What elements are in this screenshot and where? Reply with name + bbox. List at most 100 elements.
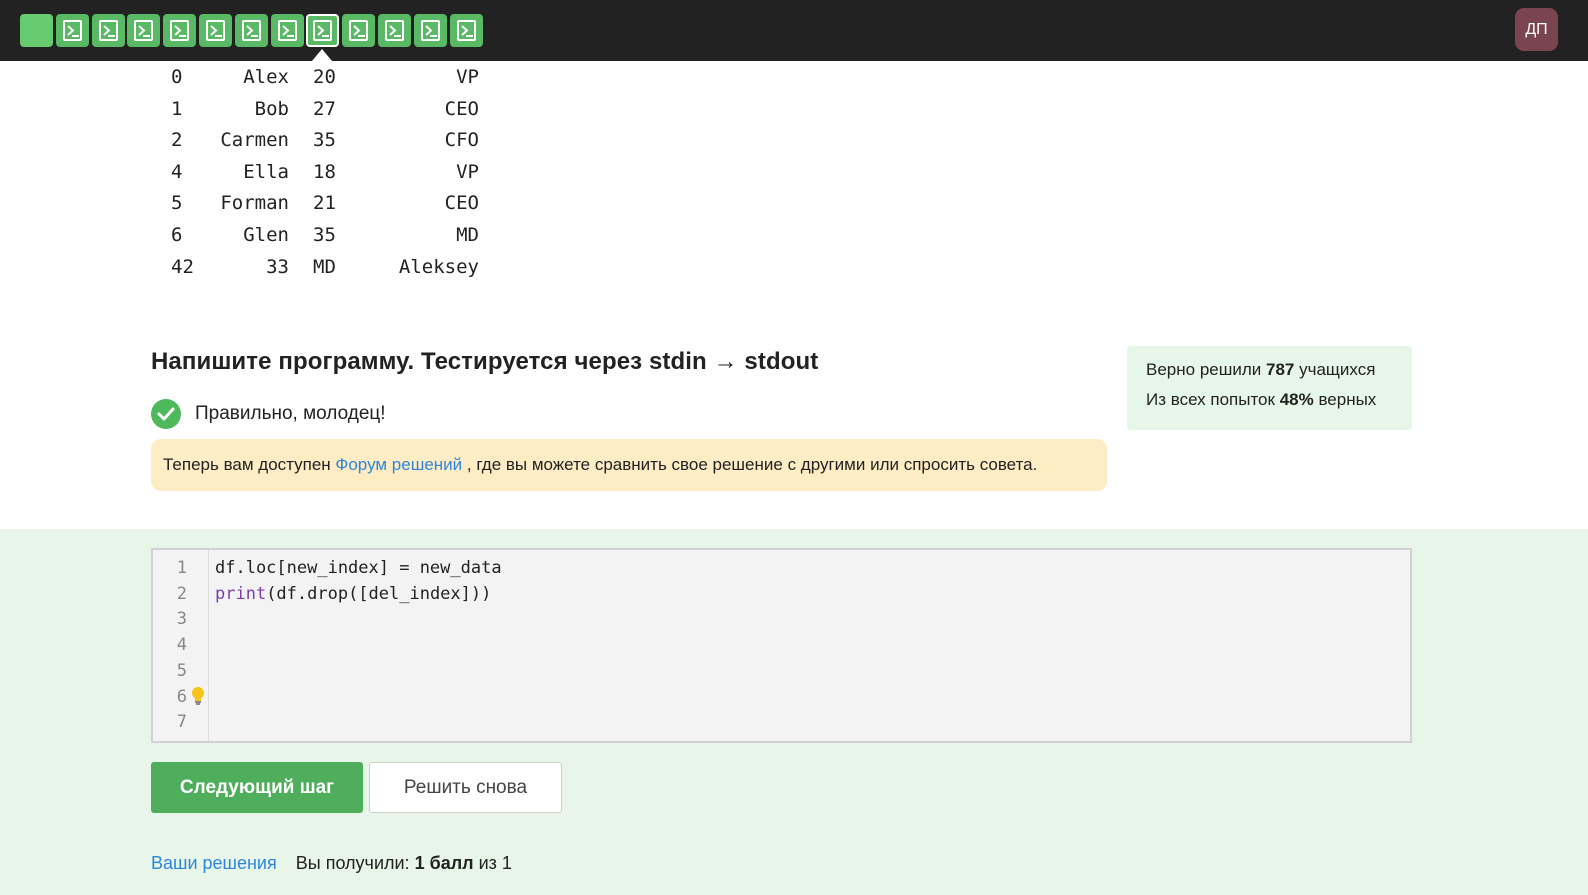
table-cell: 6 <box>171 224 183 246</box>
terminal-icon <box>277 20 297 41</box>
table-cell: MD <box>313 255 336 278</box>
attempts-percent: 48% <box>1279 390 1314 409</box>
attempts-suffix: верных <box>1318 390 1377 409</box>
task-title: Напишите программу. Тестируется через st… <box>151 348 819 375</box>
next-step-button[interactable]: Следующий шаг <box>151 762 363 813</box>
solved-line: Верно решили 787 учащихся <box>1146 360 1412 390</box>
score-total: из 1 <box>478 853 512 873</box>
table-cell: 35 <box>313 224 336 246</box>
score-value: 1 балл <box>414 853 474 873</box>
table-cell: Bob <box>254 97 289 120</box>
table-cell: 5 <box>171 192 183 215</box>
table-cell: 0 <box>171 66 183 88</box>
code-editor[interactable]: 1 2 3 4 5 6 7 df.loc[new_index] = new_dataprin… <box>151 548 1412 743</box>
attempts-prefix: Из всех попыток <box>1146 390 1275 409</box>
your-solutions-link[interactable]: Ваши решения <box>151 853 277 873</box>
solved-count: 787 <box>1266 360 1295 379</box>
code-text: (df.drop([del_index])) <box>266 583 492 604</box>
result-text: Правильно, молодец! <box>195 403 386 424</box>
table-cell: Forman <box>220 192 289 215</box>
table-cell: 20 <box>313 66 336 88</box>
step-13-button[interactable] <box>449 14 483 47</box>
step-3-button[interactable] <box>91 14 125 47</box>
user-avatar[interactable]: ДП <box>1515 8 1558 51</box>
table-cell: 2 <box>171 129 183 152</box>
table-cell: CFO <box>444 129 479 152</box>
step-8-button[interactable] <box>270 14 304 47</box>
solve-again-button[interactable]: Решить снова <box>369 762 562 813</box>
table-row: 2 Carmen 35 CFO <box>160 125 500 156</box>
table-row: 5 Forman 21 CEO <box>160 188 500 219</box>
stats-panel: Верно решили 787 учащихся Из всех попыто… <box>1127 346 1412 430</box>
current-step-pointer <box>312 49 332 61</box>
line-number: 1 <box>176 558 187 578</box>
table-row: 1 Bob 27 CEO <box>160 94 500 125</box>
line-number: 7 <box>176 712 187 733</box>
code-text: df.loc[new_index] = new_data <box>215 558 502 578</box>
step-1-button[interactable] <box>20 14 53 47</box>
table-row: 4 Ella 18 VP <box>160 157 500 188</box>
table-cell: Glen <box>243 224 289 246</box>
table-cell: 18 <box>313 160 336 183</box>
step-2-button[interactable] <box>55 14 89 47</box>
table-cell: Alex <box>243 66 289 88</box>
terminal-icon <box>206 20 225 41</box>
table-row: 42 33 MD Aleksey <box>160 252 500 283</box>
table-cell: MD <box>456 224 479 246</box>
table-cell: 33 <box>266 255 289 278</box>
step-7-button[interactable] <box>234 14 268 47</box>
table-cell: VP <box>456 66 479 88</box>
line-number: 6 <box>176 686 187 707</box>
terminal-icon <box>98 20 118 41</box>
step-12-button[interactable] <box>413 14 447 47</box>
table-cell: Ella <box>243 160 289 183</box>
table-cell: Carmen <box>220 129 289 152</box>
terminal-icon <box>349 20 369 41</box>
code-line[interactable]: df.loc[new_index] = new_data <box>215 558 502 578</box>
table-cell: CEO <box>444 97 479 120</box>
table-row: 6 Glen 35 MD <box>160 220 500 251</box>
table-cell: VP <box>456 160 479 183</box>
score-line: Ваши решения Вы получили: 1 балл из 1 <box>151 853 512 874</box>
line-number: 4 <box>176 635 187 656</box>
table-cell: Aleksey <box>398 255 479 278</box>
terminal-icon <box>313 20 333 41</box>
table-cell: 42 <box>171 255 194 278</box>
solved-suffix: учащихся <box>1299 360 1376 379</box>
attempts-line: Из всех попыток 48% верных <box>1146 390 1412 420</box>
solved-prefix: Верно решили <box>1146 360 1262 379</box>
line-number: 2 <box>176 583 187 604</box>
terminal-icon <box>170 20 190 41</box>
terminal-icon <box>241 20 261 41</box>
table-cell: CEO <box>444 192 479 215</box>
terminal-icon <box>385 20 404 41</box>
table-row: 0 Alex 20 VP <box>160 62 500 93</box>
code-line[interactable]: print(df.drop([del_index])) <box>215 584 491 604</box>
forum-notice: Теперь вам доступен Форум решений , где … <box>151 439 1107 491</box>
table-cell: 4 <box>171 160 183 183</box>
step-11-button[interactable] <box>378 14 411 47</box>
notice-text-after: , где вы можете сравнить свое решение с … <box>466 455 1038 474</box>
table-cell: 27 <box>313 97 336 120</box>
terminal-icon <box>134 20 154 41</box>
step-10-button[interactable] <box>342 14 376 47</box>
table-cell: 21 <box>313 192 336 215</box>
forum-link[interactable]: Форум решений <box>335 455 462 474</box>
top-navigation-bar: ДП <box>0 0 1588 61</box>
terminal-icon <box>420 20 440 41</box>
step-5-button[interactable] <box>163 14 197 47</box>
table-cell: 1 <box>171 97 183 120</box>
line-number: 3 <box>176 609 187 630</box>
step-9-button[interactable] <box>306 14 340 47</box>
code-keyword: print <box>215 583 267 604</box>
terminal-icon <box>456 20 476 41</box>
line-number-gutter: 1 2 3 4 5 6 7 <box>153 550 209 741</box>
step-6-button[interactable] <box>199 14 232 47</box>
received-prefix: Вы получили: <box>295 853 410 873</box>
step-4-button[interactable] <box>127 14 161 47</box>
notice-text-before: Теперь вам доступен <box>163 455 331 474</box>
terminal-icon <box>62 20 82 41</box>
check-circle-icon <box>151 399 181 429</box>
lightbulb-icon[interactable] <box>191 686 205 706</box>
line-number: 5 <box>176 660 187 681</box>
